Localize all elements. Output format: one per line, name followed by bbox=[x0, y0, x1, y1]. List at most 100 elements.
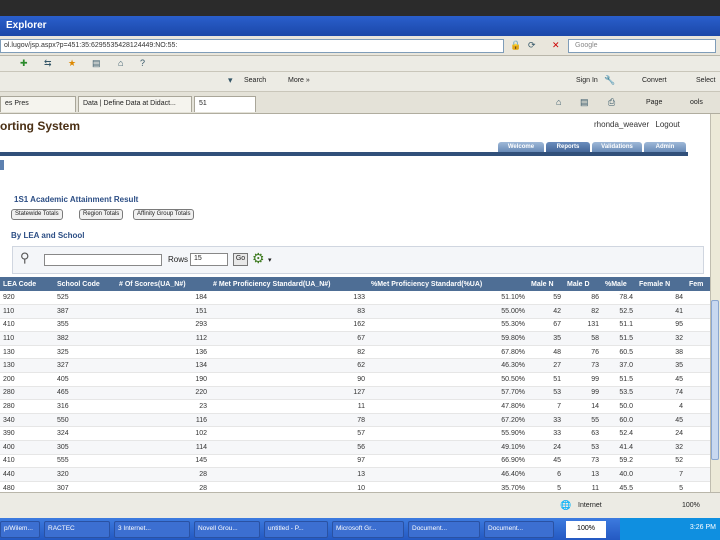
home-icon[interactable]: ⌂ bbox=[118, 58, 123, 68]
report-search-input[interactable] bbox=[44, 254, 162, 266]
statewide-totals-button[interactable]: Statewide Totals bbox=[11, 209, 63, 220]
report-title: 1S1 Academic Attainment Result bbox=[14, 195, 139, 204]
tools-menu[interactable]: ools bbox=[690, 99, 703, 106]
table-cell: 57.70% bbox=[368, 386, 528, 401]
column-header[interactable]: LEA Code bbox=[0, 277, 54, 291]
taskbar-item[interactable]: RACTEC bbox=[44, 521, 110, 538]
side-marker bbox=[0, 160, 4, 170]
table-cell: 45 bbox=[636, 413, 686, 428]
command-toolbar: ✚ ⇆ ★ ▤ ⌂ ? bbox=[0, 56, 720, 72]
favorites-icon[interactable]: ★ bbox=[68, 58, 76, 69]
taskbar-item[interactable]: untitled - P... bbox=[264, 521, 328, 538]
column-header[interactable]: # Of Scores(UA_N#) bbox=[116, 277, 210, 291]
table-cell: 316 bbox=[54, 399, 116, 414]
table-cell: 35 bbox=[636, 358, 686, 374]
table-cell: 405 bbox=[54, 372, 116, 387]
table-cell bbox=[686, 454, 712, 469]
feeds-icon[interactable]: ▤ bbox=[92, 58, 101, 69]
table-cell: 324 bbox=[54, 426, 116, 442]
taskbar-item[interactable]: p/Wilem... bbox=[0, 521, 40, 538]
region-totals-button[interactable]: Region Totals bbox=[79, 209, 124, 220]
table-cell: 55.00% bbox=[368, 304, 528, 319]
browser-tab-active[interactable]: 51 bbox=[194, 96, 256, 112]
column-header[interactable]: Female N bbox=[636, 277, 686, 291]
user-links: rhonda_weaver Logout bbox=[594, 120, 680, 129]
dropdown-icon[interactable]: ▾ bbox=[228, 75, 233, 86]
table-row: 400 305 114 56 49.10% 24 53 41.4 32 bbox=[0, 440, 712, 455]
table-cell: 41 bbox=[636, 304, 686, 319]
clock: 3:26 PM bbox=[689, 524, 716, 531]
table-cell bbox=[686, 386, 712, 401]
add-icon[interactable]: ✚ bbox=[20, 58, 28, 69]
rows-select[interactable]: 15 bbox=[190, 253, 228, 266]
table-row: 390 324 102 57 55.90% 33 63 52.4 24 bbox=[0, 426, 712, 442]
table-cell: 390 bbox=[0, 426, 54, 442]
nav-bar bbox=[0, 152, 688, 156]
table-cell: 83 bbox=[210, 304, 368, 319]
table-cell: 200 bbox=[0, 372, 54, 387]
column-header[interactable]: %Male bbox=[602, 277, 636, 291]
refresh-icon[interactable]: ⟳ bbox=[528, 40, 536, 51]
nav-icon[interactable]: ⇆ bbox=[44, 58, 52, 69]
gear-icon[interactable]: ⚙ bbox=[252, 250, 265, 267]
affinity-group-totals-button[interactable]: Affinity Group Totals bbox=[133, 209, 195, 220]
column-header[interactable]: School Code bbox=[54, 277, 116, 291]
table-cell: 78 bbox=[210, 413, 368, 428]
column-header[interactable]: %Met Proficiency Standard(%UA) bbox=[368, 277, 528, 291]
select-button[interactable]: Select bbox=[696, 77, 715, 84]
convert-button[interactable]: Convert bbox=[642, 77, 667, 84]
page-menu[interactable]: Page bbox=[646, 99, 662, 106]
column-header[interactable]: # Met Proficiency Standard(UA_N#) bbox=[210, 277, 368, 291]
table-cell: 59.80% bbox=[368, 331, 528, 346]
table-cell: 400 bbox=[0, 440, 54, 455]
taskbar-item[interactable]: 3 Internet... bbox=[114, 521, 190, 538]
table-cell: 130 bbox=[0, 358, 54, 374]
browser-search-input[interactable]: Google bbox=[568, 39, 716, 53]
table-cell bbox=[686, 331, 712, 346]
home-icon[interactable]: ⌂ bbox=[556, 97, 561, 107]
table-cell: 46.30% bbox=[368, 358, 528, 374]
browser-tab[interactable]: es Pres bbox=[0, 96, 76, 112]
table-row: 340 550 116 78 67.20% 33 55 60.0 45 bbox=[0, 413, 712, 428]
table-cell: 355 bbox=[54, 318, 116, 333]
go-button[interactable]: Go bbox=[233, 253, 248, 266]
table-row: 130 327 134 62 46.30% 27 73 37.0 35 bbox=[0, 358, 712, 374]
table-row: 200 405 190 90 50.50% 51 99 51.5 45 bbox=[0, 372, 712, 387]
column-header[interactable]: Male N bbox=[528, 277, 564, 291]
search-toolbar: ▾ Search More » Sign In 🔧 Convert Select bbox=[0, 72, 720, 92]
chevron-down-icon[interactable]: ▾ bbox=[268, 256, 272, 264]
taskbar-item[interactable]: Document... bbox=[408, 521, 480, 538]
scrollbar-thumb[interactable] bbox=[711, 300, 719, 460]
search-icon[interactable]: ⚲ bbox=[20, 250, 30, 266]
address-input[interactable]: ol.lugov/jsp.aspx?p=451:35:6295535428124… bbox=[0, 39, 504, 53]
sign-in-button[interactable]: Sign In bbox=[576, 77, 598, 84]
feeds-icon[interactable]: ▤ bbox=[580, 97, 589, 108]
table-row: 110 387 151 83 55.00% 42 82 52.5 41 bbox=[0, 304, 712, 319]
wrench-icon[interactable]: 🔧 bbox=[604, 75, 615, 86]
table-cell: 46.40% bbox=[368, 467, 528, 482]
taskbar-item[interactable]: Novell Grou... bbox=[194, 521, 260, 538]
table-cell: 60.0 bbox=[602, 413, 636, 428]
column-header[interactable]: Fem bbox=[686, 277, 712, 291]
username-link[interactable]: rhonda_weaver bbox=[594, 120, 649, 129]
table-cell: 4 bbox=[636, 399, 686, 414]
table-cell: 33 bbox=[528, 426, 564, 442]
browser-tab[interactable]: Data | Define Data at Didact... bbox=[78, 96, 192, 112]
stop-icon[interactable]: ✕ bbox=[552, 40, 560, 51]
column-header[interactable]: Male D bbox=[564, 277, 602, 291]
table-cell: 127 bbox=[210, 386, 368, 401]
print-icon[interactable]: ⎙ bbox=[608, 97, 615, 108]
table-cell: 84 bbox=[636, 291, 686, 306]
zoom-level[interactable]: 100% bbox=[682, 502, 700, 509]
logout-link[interactable]: Logout bbox=[655, 120, 679, 129]
table-cell bbox=[686, 399, 712, 414]
toolbar-search-button[interactable]: Search bbox=[244, 77, 266, 84]
taskbar-item[interactable]: Document... bbox=[484, 521, 554, 538]
table-cell bbox=[686, 304, 712, 319]
table-cell: 99 bbox=[564, 372, 602, 387]
table-cell: 136 bbox=[116, 345, 210, 360]
taskbar-item[interactable]: Microsoft Gr... bbox=[332, 521, 404, 538]
table-cell: 42 bbox=[528, 304, 564, 319]
help-icon[interactable]: ? bbox=[140, 58, 145, 68]
toolbar-more-button[interactable]: More » bbox=[288, 77, 310, 84]
